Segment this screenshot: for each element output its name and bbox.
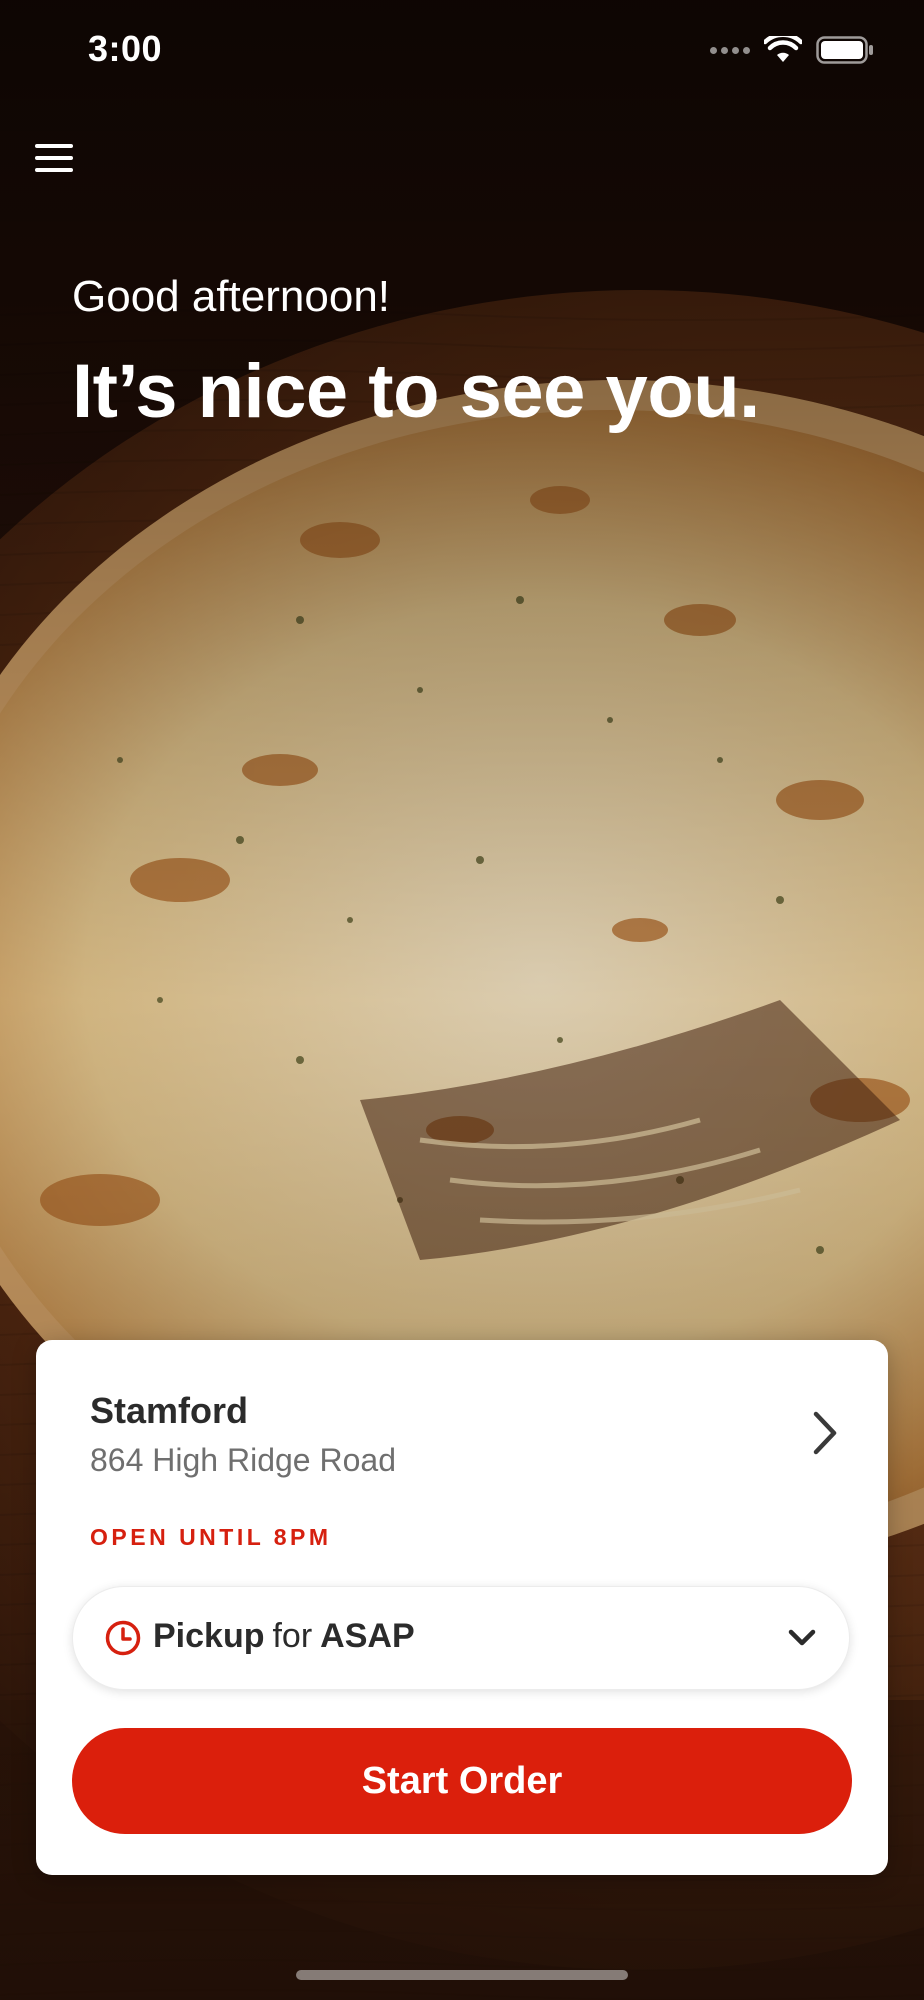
home-indicator[interactable]	[296, 1970, 628, 1980]
store-address: 864 High Ridge Road	[90, 1442, 396, 1478]
chevron-right-icon	[813, 1411, 837, 1455]
status-time: 3:00	[88, 28, 163, 69]
menu-button[interactable]	[30, 134, 78, 182]
store-selector[interactable]: Stamford 864 High Ridge Road	[36, 1340, 888, 1510]
clock-icon	[105, 1620, 141, 1656]
wifi-icon	[764, 36, 802, 62]
order-time: ASAP	[320, 1617, 415, 1655]
store-name: Stamford	[90, 1390, 249, 1431]
order-type-dropdown[interactable]: Pickup for ASAP	[72, 1586, 850, 1690]
status-bar: 3:00	[0, 0, 924, 100]
order-connector: for	[272, 1617, 313, 1655]
chevron-down-icon	[788, 1629, 816, 1646]
store-open-status: OPEN UNTIL 8PM	[90, 1524, 332, 1550]
status-icons	[710, 32, 874, 68]
cellular-signal-icon	[710, 46, 750, 54]
welcome-headline: It’s nice to see you.	[72, 349, 760, 434]
order-type-summary: Pickup for ASAP	[153, 1617, 415, 1656]
order-method: Pickup	[153, 1617, 265, 1655]
hamburger-menu-icon	[35, 144, 73, 172]
start-order-button[interactable]: Start Order	[72, 1728, 852, 1834]
home-screen: 3:00 Good afternoon! It’s nice to see yo…	[0, 0, 924, 2000]
store-order-card: Stamford 864 High Ridge Road OPEN UNTIL …	[36, 1340, 888, 1875]
greeting-text: Good afternoon!	[72, 272, 391, 321]
battery-icon	[816, 36, 873, 64]
